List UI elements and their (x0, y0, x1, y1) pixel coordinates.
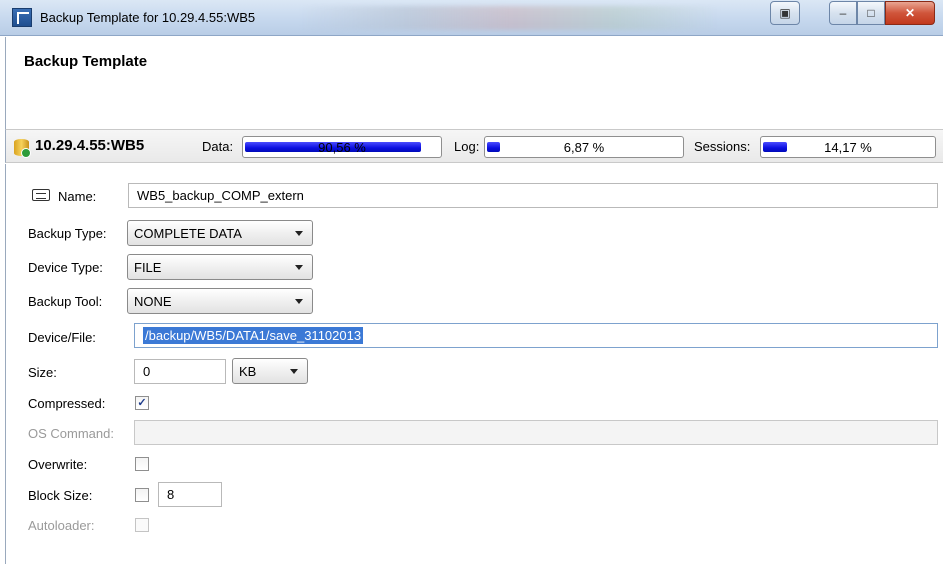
autoloader-checkbox[interactable] (135, 518, 149, 532)
chevron-down-icon (295, 231, 303, 236)
host-label: 10.29.4.55:WB5 (35, 137, 145, 154)
chevron-down-icon (295, 299, 303, 304)
app-window-icon[interactable] (12, 8, 32, 27)
maximize-button[interactable]: □ (857, 1, 885, 25)
blurred-background-strip (300, 6, 720, 30)
restore-down-button[interactable]: ▣ (770, 1, 800, 25)
status-bar: 10.29.4.55:WB5 Data: 90,56 % Log: 6,87 %… (5, 129, 943, 163)
name-field[interactable]: WB5_backup_COMP_extern (128, 183, 938, 208)
data-usage-percent: 90,56 % (318, 140, 366, 155)
backup-template-form: Name: WB5_backup_COMP_extern Backup Type… (5, 164, 943, 564)
size-unit-select[interactable]: KB (232, 358, 308, 384)
chevron-down-icon (295, 265, 303, 270)
chevron-down-icon (290, 369, 298, 374)
window-title: Backup Template for 10.29.4.55:WB5 (40, 10, 256, 25)
overwrite-label: Overwrite: (28, 457, 88, 472)
header-panel: Backup Template (5, 37, 943, 129)
sessions-usage-percent: 14,17 % (824, 140, 872, 155)
data-label: Data: (202, 139, 234, 154)
data-usage-meter: 90,56 % (242, 136, 442, 158)
database-status-icon (14, 139, 31, 158)
backup-type-value: COMPLETE DATA (134, 226, 242, 241)
compressed-label: Compressed: (28, 396, 106, 411)
backup-tool-label: Backup Tool: (28, 294, 103, 309)
device-file-value: /backup/WB5/DATA1/save_31102013 (143, 327, 364, 344)
log-label: Log: (454, 139, 480, 154)
device-file-field[interactable]: /backup/WB5/DATA1/save_31102013 (134, 323, 938, 348)
compressed-checkbox[interactable]: ✓ (135, 396, 149, 410)
backup-tool-value: NONE (134, 294, 172, 309)
close-button[interactable]: ✕ (885, 1, 935, 25)
block-size-checkbox[interactable] (135, 488, 149, 502)
minimize-button[interactable]: – (829, 1, 857, 25)
device-type-label: Device Type: (28, 260, 103, 275)
block-size-field[interactable]: 8 (158, 482, 222, 507)
name-card-icon (32, 189, 50, 201)
size-unit-value: KB (239, 364, 257, 379)
title-bar: Backup Template for 10.29.4.55:WB5 ▣ – □… (0, 0, 943, 36)
size-label: Size: (28, 365, 57, 380)
size-field[interactable]: 0 (134, 359, 226, 384)
backup-type-select[interactable]: COMPLETE DATA (127, 220, 313, 246)
os-command-field[interactable] (134, 420, 938, 445)
sessions-label: Sessions: (694, 139, 751, 154)
os-command-label: OS Command: (28, 426, 114, 441)
device-file-label: Device/File: (28, 330, 96, 345)
overwrite-checkbox[interactable] (135, 457, 149, 471)
block-size-label: Block Size: (28, 488, 93, 503)
name-label: Name: (58, 189, 97, 204)
log-usage-percent: 6,87 % (563, 140, 605, 155)
sessions-usage-meter: 14,17 % (760, 136, 936, 158)
backup-type-label: Backup Type: (28, 226, 107, 241)
device-type-value: FILE (134, 260, 162, 275)
backup-tool-select[interactable]: NONE (127, 288, 313, 314)
autoloader-label: Autoloader: (28, 518, 95, 533)
log-usage-meter: 6,87 % (484, 136, 684, 158)
page-title: Backup Template (24, 53, 148, 70)
device-type-select[interactable]: FILE (127, 254, 313, 280)
